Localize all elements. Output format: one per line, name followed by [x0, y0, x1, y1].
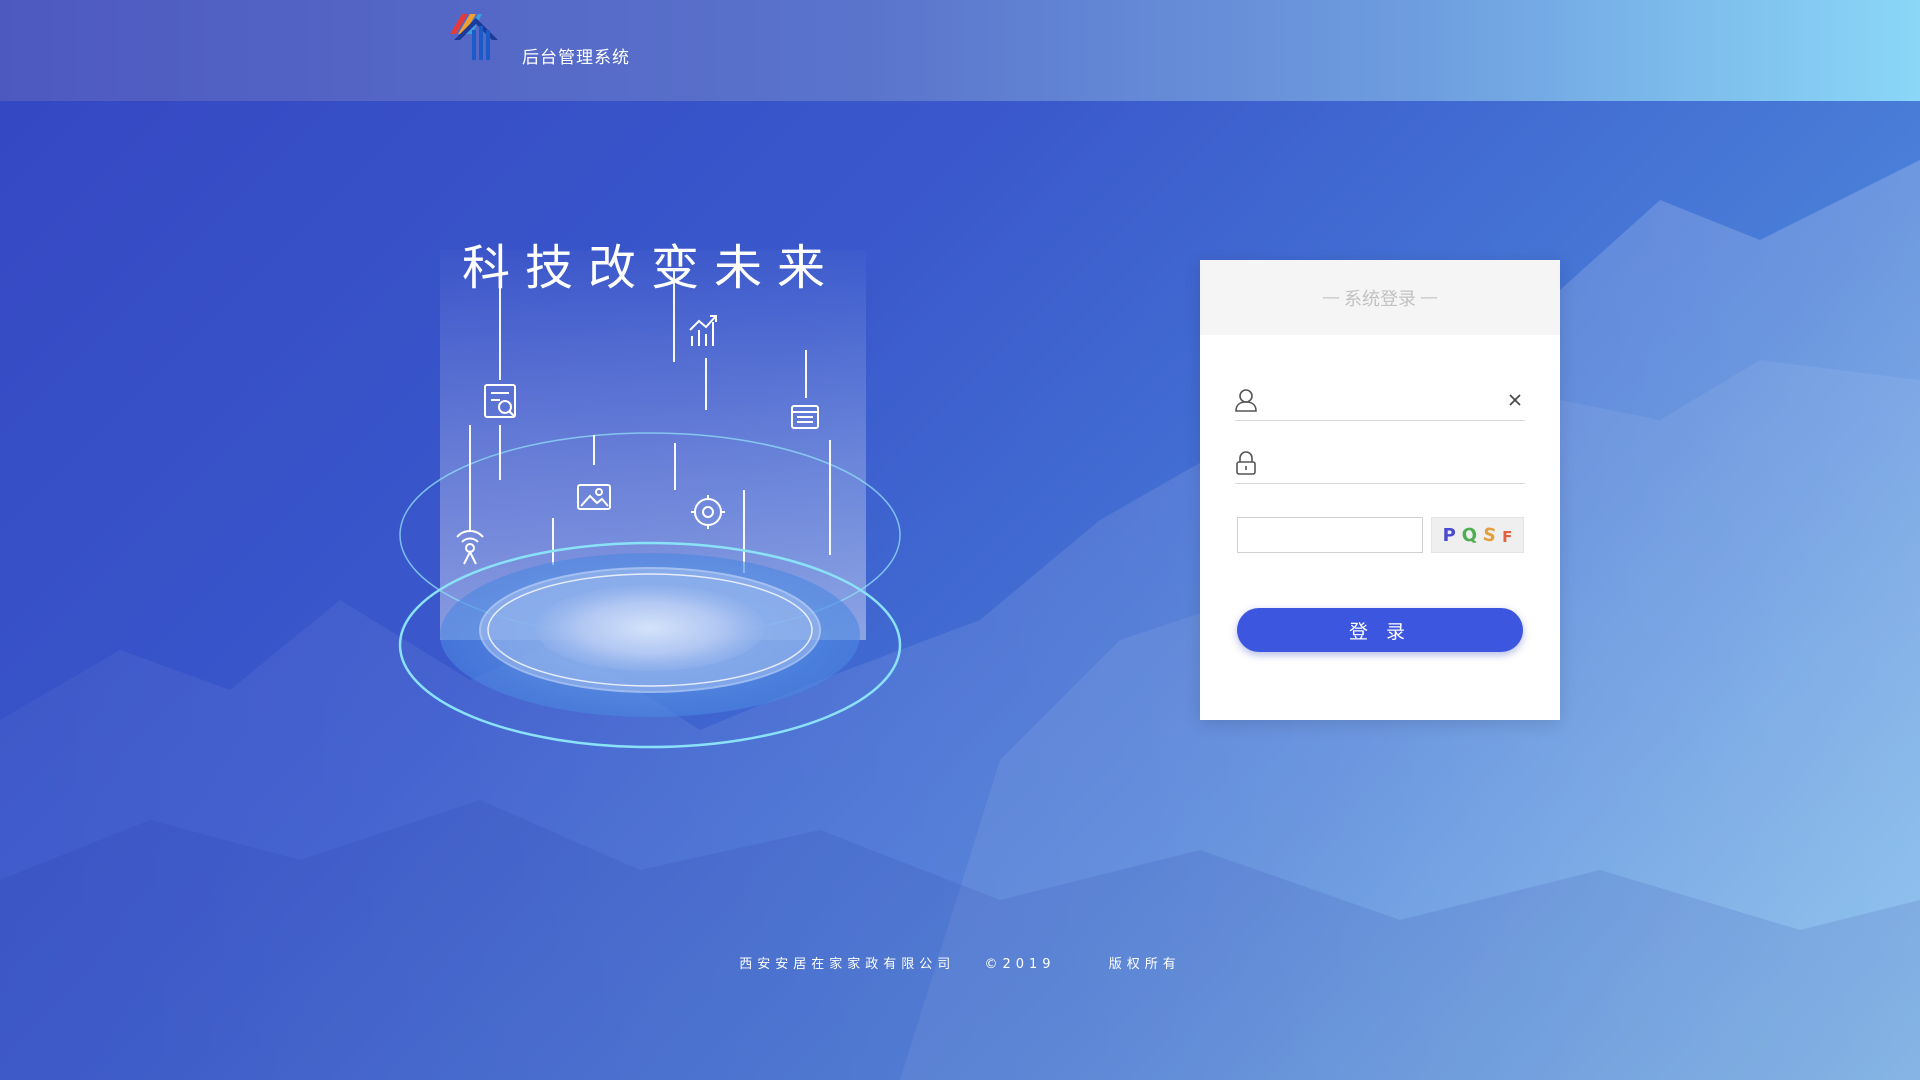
- username-input[interactable]: [1271, 384, 1495, 416]
- footer: 西安安居在家家政有限公司 ©2019 版权所有: [0, 953, 1920, 972]
- lock-icon: [1236, 451, 1256, 475]
- password-row: [1235, 443, 1525, 484]
- title-dash-left: —: [1322, 287, 1340, 308]
- footer-copyright: ©2019: [984, 957, 1056, 972]
- close-icon[interactable]: [1507, 392, 1523, 408]
- login-card-header: — 系统登录 —: [1200, 260, 1560, 335]
- captcha-char: F: [1502, 528, 1513, 546]
- footer-company: 西安安居在家家政有限公司: [739, 957, 956, 972]
- top-header: 后台管理系统: [0, 0, 1920, 101]
- user-icon: [1235, 389, 1257, 412]
- title-dash-right: —: [1420, 287, 1438, 308]
- house-logo-icon[interactable]: [448, 12, 512, 64]
- username-row: [1235, 380, 1525, 421]
- app-title: 后台管理系统: [522, 48, 630, 68]
- captcha-char: P: [1442, 524, 1456, 546]
- login-title: 系统登录: [1344, 288, 1416, 310]
- captcha-image[interactable]: P Q S F: [1431, 517, 1524, 553]
- login-page: 后台管理系统 科技改变未来: [0, 0, 1920, 1080]
- password-input[interactable]: [1271, 447, 1495, 479]
- captcha-input[interactable]: [1237, 517, 1423, 553]
- login-card: — 系统登录 — P Q S F 登 录: [1200, 260, 1560, 720]
- captcha-char: S: [1481, 523, 1498, 547]
- tech-illustration: [398, 250, 902, 749]
- mountain-background: [0, 160, 1920, 1080]
- login-button[interactable]: 登 录: [1237, 608, 1523, 652]
- footer-rights: 版权所有: [1108, 957, 1181, 972]
- captcha-char: Q: [1459, 523, 1480, 547]
